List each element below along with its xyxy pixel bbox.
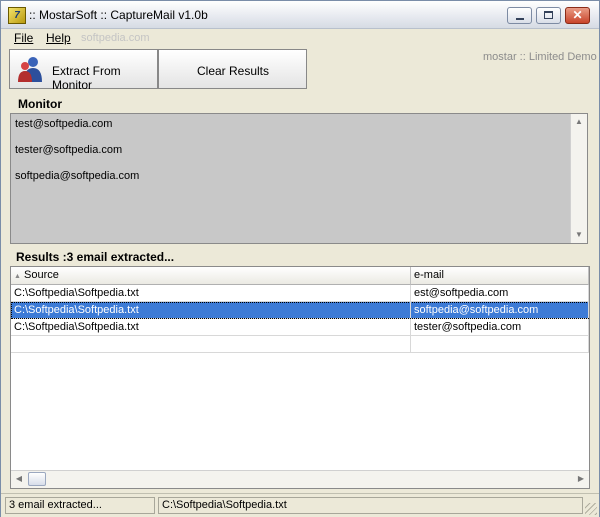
status-right: C:\Softpedia\Softpedia.txt [158,497,583,514]
extract-from-monitor-button[interactable]: Extract From Monitor [9,49,158,92]
column-header-label: Source [24,269,59,281]
window-title: :: MostarSoft :: CaptureMail v1.0b [29,8,208,22]
resize-grip-icon[interactable] [585,503,597,515]
results-horizontal-scrollbar[interactable]: ◀ ▶ [11,470,589,488]
menu-help[interactable]: Help [46,31,71,45]
email-cell: softpedia@softpedia.com [411,302,589,318]
clear-results-button[interactable]: Clear Results [158,49,307,89]
column-header-source[interactable]: ▲ Source [11,267,411,285]
monitor-line: test@softpedia.com [15,118,113,130]
monitor-label: Monitor [18,97,62,111]
column-header-label: e-mail [414,269,444,281]
watermark-text: softpedia.com [81,32,150,44]
status-left: 3 email extracted... [5,497,155,514]
empty-row[interactable] [11,336,589,353]
table-row[interactable]: C:\Softpedia\Softpedia.txt softpedia@sof… [11,302,589,319]
source-cell [11,336,411,352]
title-bar[interactable]: 7 :: MostarSoft :: CaptureMail v1.0b ✕ [1,1,599,29]
minimize-icon [516,18,524,20]
app-window: 7 :: MostarSoft :: CaptureMail v1.0b ✕ F… [0,0,600,517]
source-cell: C:\Softpedia\Softpedia.txt [11,285,411,301]
email-cell: tester@softpedia.com [411,319,589,335]
minimize-button[interactable] [507,7,532,24]
sort-icon: ▲ [14,273,21,280]
close-icon: ✕ [572,8,583,22]
maximize-icon [544,11,553,19]
column-header-email[interactable]: e-mail [411,267,589,285]
menu-bar: File Help softpedia.com [1,29,599,47]
email-cell [411,336,589,352]
monitor-vertical-scrollbar[interactable]: ▲ ▼ [570,114,587,243]
extract-button-label: Extract From Monitor [52,64,121,92]
monitor-line: softpedia@softpedia.com [15,170,140,182]
app-logo-icon[interactable]: 7 [8,7,26,24]
maximize-button[interactable] [536,7,561,24]
users-icon [18,57,42,82]
monitor-textarea[interactable]: test@softpedia.com tester@softpedia.com … [10,113,588,244]
results-label: Results :3 email extracted... [16,250,175,264]
scroll-up-icon[interactable]: ▲ [571,114,587,130]
source-cell: C:\Softpedia\Softpedia.txt [11,319,411,335]
monitor-line: tester@softpedia.com [15,144,123,156]
source-cell: C:\Softpedia\Softpedia.txt [11,302,411,318]
scroll-thumb[interactable] [28,472,46,486]
email-cell: est@softpedia.com [411,285,589,301]
scroll-left-icon[interactable]: ◀ [11,471,27,487]
scroll-down-icon[interactable]: ▼ [571,227,587,243]
clear-button-label: Clear Results [196,64,270,78]
menu-file[interactable]: File [14,31,33,45]
close-button[interactable]: ✕ [565,7,590,24]
scroll-right-icon[interactable]: ▶ [573,471,589,487]
table-row[interactable]: C:\Softpedia\Softpedia.txt est@softpedia… [11,285,589,302]
status-bar: 3 email extracted... C:\Softpedia\Softpe… [1,493,599,517]
table-row[interactable]: C:\Softpedia\Softpedia.txt tester@softpe… [11,319,589,336]
results-table[interactable]: ▲ Source e-mail C:\Softpedia\Softpedia.t… [10,266,590,489]
demo-label: mostar :: Limited Demo [483,51,597,63]
